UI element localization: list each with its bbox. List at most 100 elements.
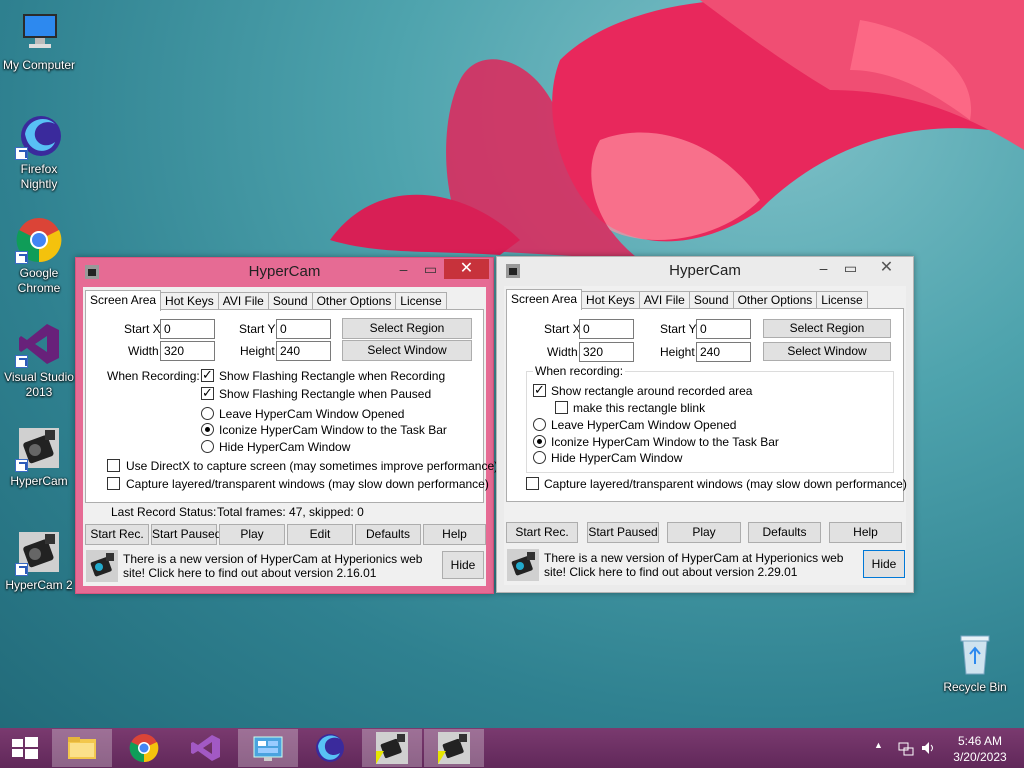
directx-checkbox[interactable] [107, 459, 120, 472]
show-hidden-icons-button[interactable]: ▲ [874, 740, 883, 750]
blink-rectangle-checkbox[interactable] [555, 401, 568, 414]
minimize-button[interactable]: – [810, 258, 837, 278]
update-info-text[interactable]: There is a new version of HyperCam at Hy… [123, 552, 438, 580]
start-paused-button[interactable]: Start Paused [587, 522, 659, 543]
select-region-button[interactable]: Select Region [342, 318, 472, 339]
tab-sound[interactable]: Sound [267, 292, 313, 310]
leave-window-label[interactable]: Leave HyperCam Window Opened [551, 418, 736, 432]
close-button[interactable]: ✕ [444, 259, 489, 279]
desktop-icon-visual-studio[interactable]: Visual Studio 2013 [0, 320, 78, 400]
edit-button[interactable]: Edit [287, 524, 353, 545]
window-client: Screen Area Hot Keys AVI File Sound Othe… [83, 287, 498, 587]
layered-windows-label[interactable]: Capture layered/transparent windows (may… [544, 477, 907, 491]
leave-window-radio[interactable] [201, 407, 214, 420]
firefox-icon [316, 734, 344, 762]
tab-license[interactable]: License [395, 292, 447, 310]
tab-license[interactable]: License [816, 291, 868, 309]
tab-other-options[interactable]: Other Options [311, 292, 397, 310]
taskbar-visual-studio[interactable] [176, 729, 236, 767]
taskbar-firefox[interactable] [300, 729, 360, 767]
defaults-button[interactable]: Defaults [355, 524, 421, 545]
select-window-button[interactable]: Select Window [763, 342, 891, 361]
title-bar[interactable]: HyperCam – ▭ ✕ [76, 258, 493, 286]
start-button[interactable] [0, 729, 48, 767]
taskbar-hypercam[interactable] [362, 729, 422, 767]
hide-window-radio[interactable] [201, 440, 214, 453]
start-y-input[interactable]: 0 [276, 319, 331, 339]
taskbar-file-explorer[interactable] [52, 729, 112, 767]
update-info-text[interactable]: There is a new version of HyperCam at Hy… [544, 551, 862, 579]
select-window-button[interactable]: Select Window [342, 340, 472, 361]
layered-windows-checkbox[interactable] [526, 477, 539, 490]
tab-hot-keys[interactable]: Hot Keys [160, 292, 219, 310]
desktop-icon-hypercam[interactable]: HyperCam [0, 424, 78, 489]
blink-rectangle-label[interactable]: make this rectangle blink [573, 401, 705, 415]
desktop-icon-recycle-bin[interactable]: Recycle Bin [936, 630, 1014, 695]
tab-screen-area[interactable]: Screen Area [506, 289, 583, 310]
taskbar-hypercam-2[interactable] [424, 729, 484, 767]
flash-rect-paused-checkbox[interactable] [201, 385, 214, 401]
volume-icon[interactable] [920, 740, 936, 756]
flash-rect-paused-label[interactable]: Show Flashing Rectangle when Paused [219, 387, 431, 401]
show-rectangle-label[interactable]: Show rectangle around recorded area [551, 384, 752, 398]
layered-windows-label[interactable]: Capture layered/transparent windows (may… [126, 477, 489, 491]
help-button[interactable]: Help [829, 522, 902, 543]
tab-avi-file[interactable]: AVI File [638, 291, 690, 309]
leave-window-radio[interactable] [533, 418, 546, 431]
taskbar-control-panel[interactable] [238, 729, 298, 767]
tab-screen-area[interactable]: Screen Area [85, 290, 162, 311]
update-info-bar[interactable]: There is a new version of HyperCam at Hy… [504, 546, 907, 586]
flash-rect-recording-checkbox[interactable] [201, 367, 214, 383]
hide-window-radio[interactable] [533, 451, 546, 464]
hypercam-icon [376, 732, 408, 764]
iconize-window-label[interactable]: Iconize HyperCam Window to the Task Bar [551, 435, 779, 449]
hide-button[interactable]: Hide [442, 551, 484, 579]
taskbar-chrome[interactable] [114, 729, 174, 767]
minimize-button[interactable]: – [390, 259, 417, 279]
width-input[interactable]: 320 [160, 341, 215, 361]
start-x-input[interactable]: 0 [579, 319, 634, 339]
play-button[interactable]: Play [219, 524, 285, 545]
desktop-icon-google-chrome[interactable]: Google Chrome [0, 216, 78, 296]
start-paused-button[interactable]: Start Paused [151, 524, 221, 545]
height-input[interactable]: 240 [696, 342, 751, 362]
title-bar[interactable]: HyperCam – ▭ ✕ [497, 257, 913, 285]
iconize-window-radio[interactable] [201, 423, 214, 436]
desktop-icon-my-computer[interactable]: My Computer [0, 8, 78, 73]
close-button[interactable]: ✕ [864, 258, 909, 278]
iconize-window-label[interactable]: Iconize HyperCam Window to the Task Bar [219, 423, 447, 437]
iconize-window-radio[interactable] [533, 435, 546, 448]
start-y-input[interactable]: 0 [696, 319, 751, 339]
hide-button[interactable]: Hide [863, 550, 905, 578]
taskbar-clock[interactable]: 5:46 AM 3/20/2023 [944, 733, 1016, 765]
maximize-button[interactable]: ▭ [837, 258, 864, 278]
directx-label[interactable]: Use DirectX to capture screen (may somet… [126, 459, 498, 473]
update-info-bar[interactable]: There is a new version of HyperCam at Hy… [83, 547, 486, 587]
defaults-button[interactable]: Defaults [748, 522, 821, 543]
tab-other-options[interactable]: Other Options [732, 291, 818, 309]
help-button[interactable]: Help [423, 524, 486, 545]
network-icon[interactable] [898, 740, 914, 756]
hide-window-label[interactable]: Hide HyperCam Window [551, 451, 682, 465]
height-input[interactable]: 240 [276, 341, 331, 361]
leave-window-label[interactable]: Leave HyperCam Window Opened [219, 407, 404, 421]
desktop-icon-firefox-nightly[interactable]: Firefox Nightly [0, 112, 78, 192]
visual-studio-icon [15, 320, 63, 368]
desktop-icon-hypercam-2[interactable]: HyperCam 2 [0, 528, 78, 593]
start-rec-button[interactable]: Start Rec. [506, 522, 578, 543]
select-region-button[interactable]: Select Region [763, 319, 891, 338]
play-button[interactable]: Play [667, 522, 741, 543]
flash-rect-recording-label[interactable]: Show Flashing Rectangle when Recording [219, 369, 445, 383]
width-input[interactable]: 320 [579, 342, 634, 362]
layered-windows-checkbox[interactable] [107, 477, 120, 490]
tab-hot-keys[interactable]: Hot Keys [581, 291, 640, 309]
height-label: Height [240, 344, 275, 358]
hide-window-label[interactable]: Hide HyperCam Window [219, 440, 350, 454]
shortcut-arrow-icon [15, 563, 28, 576]
show-rectangle-checkbox[interactable] [533, 382, 546, 398]
maximize-button[interactable]: ▭ [417, 259, 444, 279]
tab-sound[interactable]: Sound [688, 291, 734, 309]
tab-avi-file[interactable]: AVI File [217, 292, 269, 310]
start-rec-button[interactable]: Start Rec. [85, 524, 149, 545]
start-x-input[interactable]: 0 [160, 319, 215, 339]
